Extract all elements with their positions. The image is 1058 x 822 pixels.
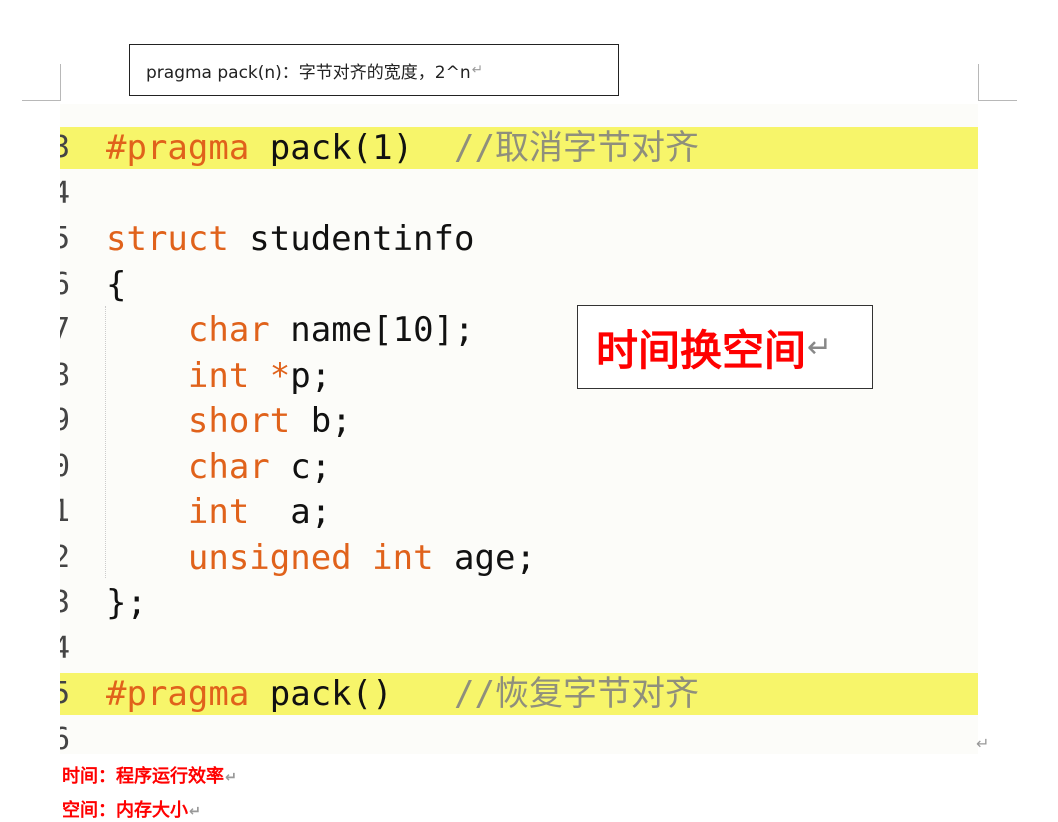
code-keyword: char [187, 310, 270, 350]
footer-line-time: 时间：程序运行效率↵ [62, 762, 237, 788]
code-token: studentinfo [228, 219, 475, 259]
code-keyword: int [187, 492, 250, 532]
code-comment: //取消字节对齐 [454, 128, 699, 168]
code-token: name[10]; [269, 310, 475, 350]
code-text: char c; [106, 446, 331, 488]
code-comment: //恢复字节对齐 [454, 674, 699, 714]
line-number: 6 [60, 721, 70, 755]
code-token: pack() [249, 674, 454, 714]
page-corner-mark-right [978, 64, 1017, 101]
code-token: a; [249, 492, 332, 532]
code-line: 1 int a; [60, 491, 978, 533]
code-keyword: * [269, 355, 291, 396]
code-text: #pragma pack() //恢复字节对齐 [106, 673, 699, 715]
code-line: 6{ [60, 264, 978, 306]
code-text: struct studentinfo [106, 218, 474, 260]
code-keyword: int [187, 355, 250, 396]
footer-text: 空间：内存大小 [62, 800, 188, 821]
line-number: 3 [60, 585, 70, 620]
line-number: 5 [60, 676, 70, 711]
code-keyword: int [372, 537, 434, 578]
line-number: 4 [60, 175, 70, 211]
code-text: { [106, 264, 126, 306]
return-mark-icon: ↵ [225, 770, 238, 786]
indent-guide [105, 306, 106, 578]
line-number: 1 [60, 494, 70, 529]
line-number: 5 [60, 221, 70, 256]
code-token: pack(1) [249, 128, 454, 168]
code-line: 5 #pragma pack() //恢复字节对齐 [60, 673, 978, 715]
code-text: int a; [106, 491, 331, 533]
line-number: 2 [60, 539, 70, 575]
code-text: #pragma pack(1) //取消字节对齐 [106, 127, 699, 169]
callout-text: 时间换空间 [596, 325, 807, 375]
code-line: 3 #pragma pack(1) //取消字节对齐 [60, 127, 978, 169]
code-line: 6 [60, 719, 978, 755]
code-text: int *p; [106, 355, 331, 397]
code-line: 4 [60, 173, 978, 215]
line-number: 8 [60, 357, 70, 393]
return-mark-icon: ↵ [189, 804, 202, 820]
paragraph-mark-icon: ↵ [976, 734, 990, 753]
footer-line-space: 空间：内存大小↵ [62, 796, 201, 822]
code-text: }; [106, 582, 147, 624]
code-line: 3}; [60, 582, 978, 624]
code-keyword: char [187, 446, 270, 487]
code-line: 2 unsigned int age; [60, 537, 978, 579]
line-number: 6 [60, 266, 70, 302]
code-keyword: #pragma [106, 674, 250, 714]
code-token: }; [106, 583, 147, 623]
code-line: 5 struct studentinfo [60, 218, 978, 260]
line-number: 0 [60, 448, 70, 484]
page-corner-mark-left [22, 64, 61, 101]
code-token: age; [433, 537, 536, 578]
code-line: 9 short b; [60, 400, 978, 442]
code-keyword: unsigned [187, 537, 352, 578]
line-number: 7 [60, 312, 70, 347]
line-number: 9 [60, 403, 70, 438]
code-keyword: #pragma [106, 128, 250, 168]
code-text: char name[10]; [106, 309, 475, 351]
code-keyword: struct [106, 219, 229, 259]
code-token: b; [290, 401, 352, 441]
line-number: 3 [60, 130, 70, 165]
footer-text: 时间：程序运行效率 [62, 766, 224, 787]
code-token: p; [290, 355, 332, 396]
code-token: c; [269, 446, 332, 487]
return-mark-icon: ↵ [471, 62, 484, 78]
code-screenshot: 3 #pragma pack(1) //取消字节对齐 4 5 struct studen… [60, 104, 978, 754]
code-token: { [106, 264, 127, 305]
pragma-note-textbox[interactable]: pragma pack(n)：字节对齐的宽度，2^n ↵ [129, 44, 619, 96]
code-text: unsigned int age; [106, 537, 536, 579]
code-keyword: short [187, 401, 291, 441]
line-number: 4 [60, 630, 70, 666]
code-line: 4 [60, 628, 978, 670]
return-mark-icon: ↵ [807, 329, 833, 365]
pragma-note-text: pragma pack(n)：字节对齐的宽度，2^n [146, 62, 471, 83]
code-text: short b; [106, 400, 352, 442]
code-line: 0 char c; [60, 446, 978, 488]
time-for-space-callout[interactable]: 时间换空间 ↵ [577, 305, 873, 389]
